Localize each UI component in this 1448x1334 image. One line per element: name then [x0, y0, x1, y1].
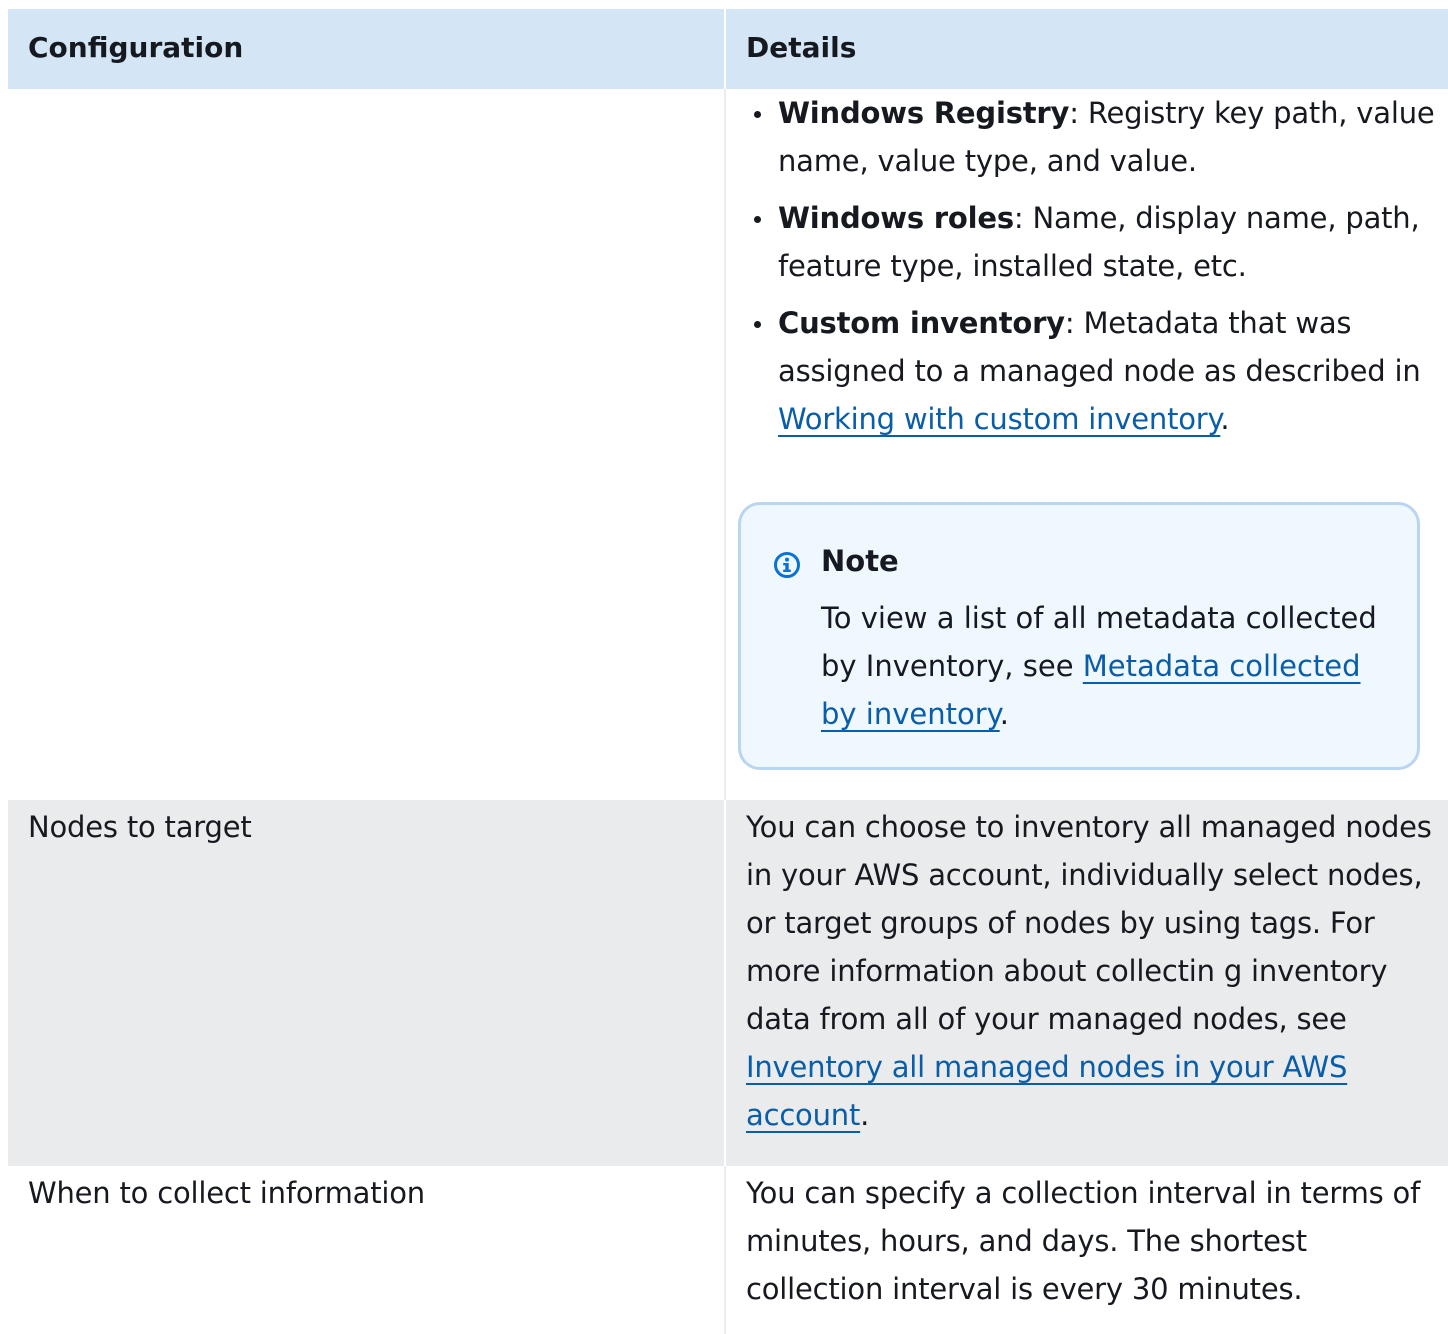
nodes-text: You can choose to inventory all managed …: [746, 810, 1432, 1036]
table-row-nodes: Nodes to target You can choose to invent…: [8, 800, 1448, 1166]
when-label: When to collect information: [28, 1176, 425, 1210]
bullet-after: .: [1220, 402, 1230, 436]
when-details-cell: You can specify a collection interval in…: [726, 1166, 1448, 1334]
when-description: You can specify a collection interval in…: [746, 1176, 1421, 1306]
bullet-term: Custom inventory: [778, 306, 1065, 340]
note-title: Note: [821, 544, 899, 578]
list-item: Windows roles: Name, display name, path,…: [746, 194, 1448, 290]
list-item: Windows Registry: Registry key path, val…: [746, 89, 1448, 185]
inventory-all-nodes-link[interactable]: Inventory all managed nodes in your AWS …: [746, 1050, 1347, 1132]
bullet-term: Windows Registry: [778, 96, 1070, 130]
note-callout: Note To view a list of all metadata coll…: [738, 502, 1420, 770]
nodes-label: Nodes to target: [28, 810, 252, 844]
custom-inventory-link[interactable]: Working with custom inventory: [778, 402, 1221, 436]
table-header-row: Configuration Details: [8, 9, 1448, 89]
bullet-term: Windows roles: [778, 201, 1014, 235]
list-item: Custom inventory: Metadata that was assi…: [746, 299, 1448, 443]
metadata-config-cell: [8, 89, 726, 800]
nodes-after: .: [860, 1098, 870, 1132]
nodes-config-cell: Nodes to target: [8, 800, 726, 1166]
note-after: .: [999, 697, 1009, 731]
info-icon: [774, 552, 800, 578]
header-details: Details: [746, 31, 857, 64]
header-configuration: Configuration: [8, 9, 726, 89]
metadata-list: Windows Registry: Registry key path, val…: [746, 89, 1448, 443]
table-row-when: When to collect information You can spec…: [8, 1166, 1448, 1334]
nodes-details-cell: You can choose to inventory all managed …: [726, 800, 1448, 1166]
nodes-description: You can choose to inventory all managed …: [746, 800, 1436, 1139]
note-body: To view a list of all metadata collected…: [821, 594, 1401, 738]
when-config-cell: When to collect information: [8, 1166, 726, 1334]
